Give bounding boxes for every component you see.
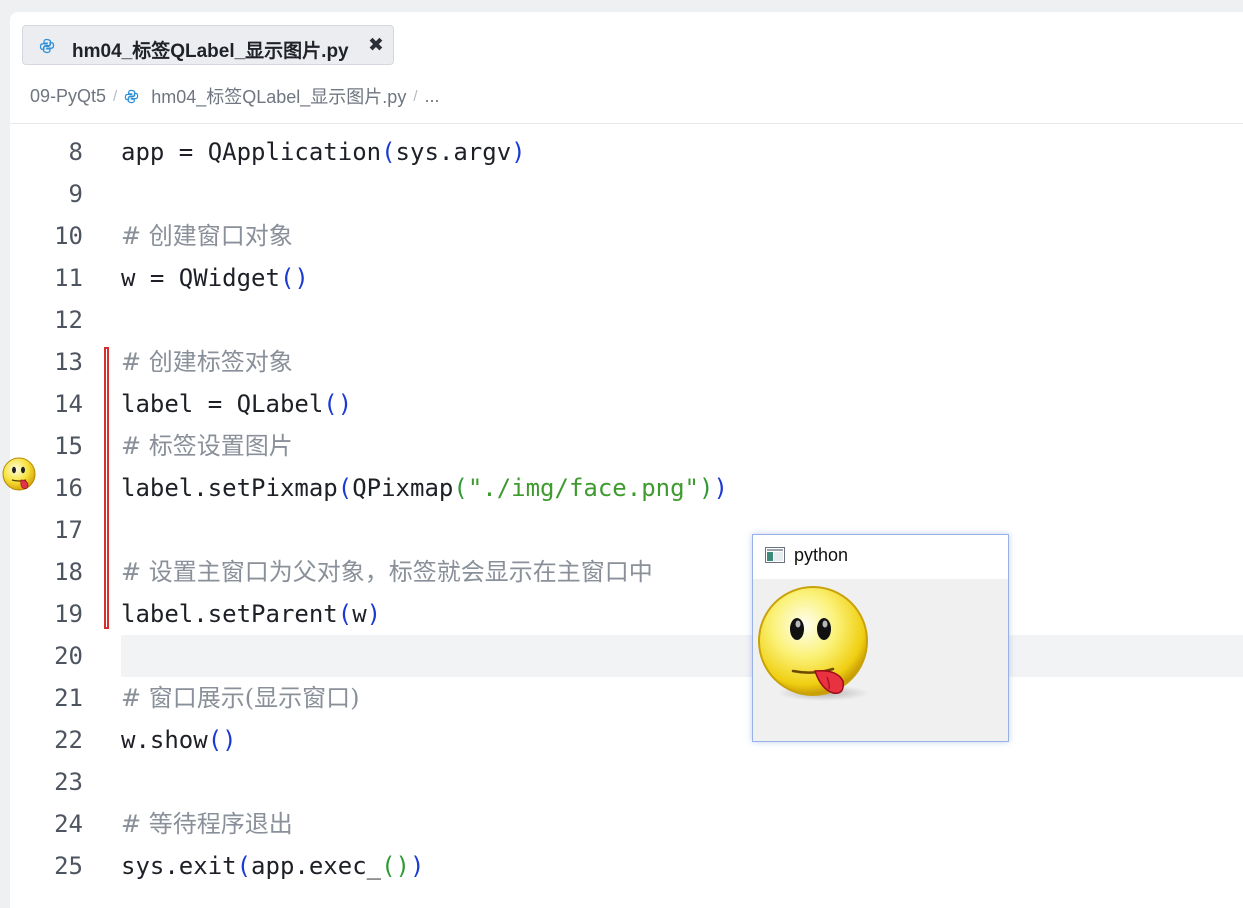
line-number: 22 — [54, 726, 83, 754]
code-comment: # 窗口展示(显示窗口) — [121, 684, 360, 712]
code-line: 16 label.setPixmap(QPixmap("./img/face.p… — [10, 467, 1243, 509]
close-icon[interactable]: ✖ — [368, 34, 384, 57]
code-comment: # 等待程序退出 — [121, 810, 293, 838]
tab-label: hm04_标签QLabel_显示图片.py — [72, 41, 349, 62]
line-number: 13 — [54, 348, 83, 376]
code-line: 13 # 创建标签对象 — [10, 341, 1243, 383]
line-number: 21 — [54, 684, 83, 712]
line-number: 12 — [54, 306, 83, 334]
tongue-face-icon — [2, 457, 36, 491]
window-icon — [765, 547, 785, 563]
line-number: 17 — [54, 516, 83, 544]
line-number: 10 — [54, 222, 83, 250]
breadcrumb-more[interactable]: ... — [425, 86, 440, 107]
divider — [10, 123, 1243, 124]
tongue-face-image — [758, 586, 869, 701]
code-comment: # 创建窗口对象 — [121, 222, 293, 250]
code-line: 17 — [10, 509, 1243, 551]
line-number: 9 — [68, 180, 83, 208]
code-text: label.setPixmap(QPixmap("./img/face.png"… — [121, 474, 728, 502]
code-line: 21 # 窗口展示(显示窗口) — [10, 677, 1243, 719]
popup-titlebar[interactable]: python — [753, 535, 1008, 579]
code-line: 23 — [10, 761, 1243, 803]
code-text: app = QApplication(sys.argv) — [121, 138, 526, 166]
python-file-icon — [39, 38, 55, 54]
line-number: 23 — [54, 768, 83, 796]
code-line: 25 sys.exit(app.exec_()) — [10, 845, 1243, 887]
code-line: 19 label.setParent(w) — [10, 593, 1243, 635]
code-text: sys.exit(app.exec_()) — [121, 852, 425, 880]
code-line: 11 w = QWidget() — [10, 257, 1243, 299]
python-window[interactable]: python — [752, 534, 1009, 742]
code-comment: # 标签设置图片 — [121, 432, 293, 460]
line-number: 25 — [54, 852, 83, 880]
line-number: 24 — [54, 810, 83, 838]
tab-hm04-file[interactable]: hm04_标签QLabel_显示图片.py ✖ — [22, 25, 394, 65]
python-file-icon — [125, 89, 139, 103]
line-number: 14 — [54, 390, 83, 418]
code-text: w = QWidget() — [121, 264, 309, 292]
breadcrumb-separator: / — [413, 87, 418, 105]
code-line: 20 — [10, 635, 1243, 677]
code-comment: # 创建标签对象 — [121, 348, 293, 376]
line-number: 18 — [54, 558, 83, 586]
breadcrumb: 09-PyQt5 / hm04_标签QLabel_显示图片.py / ... — [30, 84, 440, 108]
breadcrumb-separator: / — [113, 87, 118, 105]
code-comment: # 设置主窗口为父对象，标签就会显示在主窗口中 — [121, 558, 653, 586]
code-line: 8 app = QApplication(sys.argv) — [10, 131, 1243, 173]
code-line: 14 label = QLabel() — [10, 383, 1243, 425]
breadcrumb-folder[interactable]: 09-PyQt5 — [30, 86, 106, 107]
popup-title: python — [794, 545, 849, 565]
code-line: 12 — [10, 299, 1243, 341]
code-text: label = QLabel() — [121, 390, 353, 418]
code-line: 18 # 设置主窗口为父对象，标签就会显示在主窗口中 — [10, 551, 1243, 593]
code-text: label.setParent(w) — [121, 600, 382, 628]
line-number: 19 — [54, 600, 83, 628]
code-line: 10 # 创建窗口对象 — [10, 215, 1243, 257]
line-number: 20 — [54, 642, 83, 670]
line-number: 8 — [68, 138, 83, 166]
code-line: 22 w.show() — [10, 719, 1243, 761]
code-line: 24 # 等待程序退出 — [10, 803, 1243, 845]
code-text: w.show() — [121, 726, 237, 754]
tab-bar: hm04_标签QLabel_显示图片.py ✖ — [10, 12, 1243, 78]
change-marker — [104, 347, 109, 629]
line-number: 11 — [54, 264, 83, 292]
code-line: 15 # 标签设置图片 — [10, 425, 1243, 467]
breadcrumb-file[interactable]: hm04_标签QLabel_显示图片.py — [151, 83, 406, 109]
code-line: 9 — [10, 173, 1243, 215]
editor-panel: hm04_标签QLabel_显示图片.py ✖ 09-PyQt5 / hm04_… — [10, 12, 1243, 908]
